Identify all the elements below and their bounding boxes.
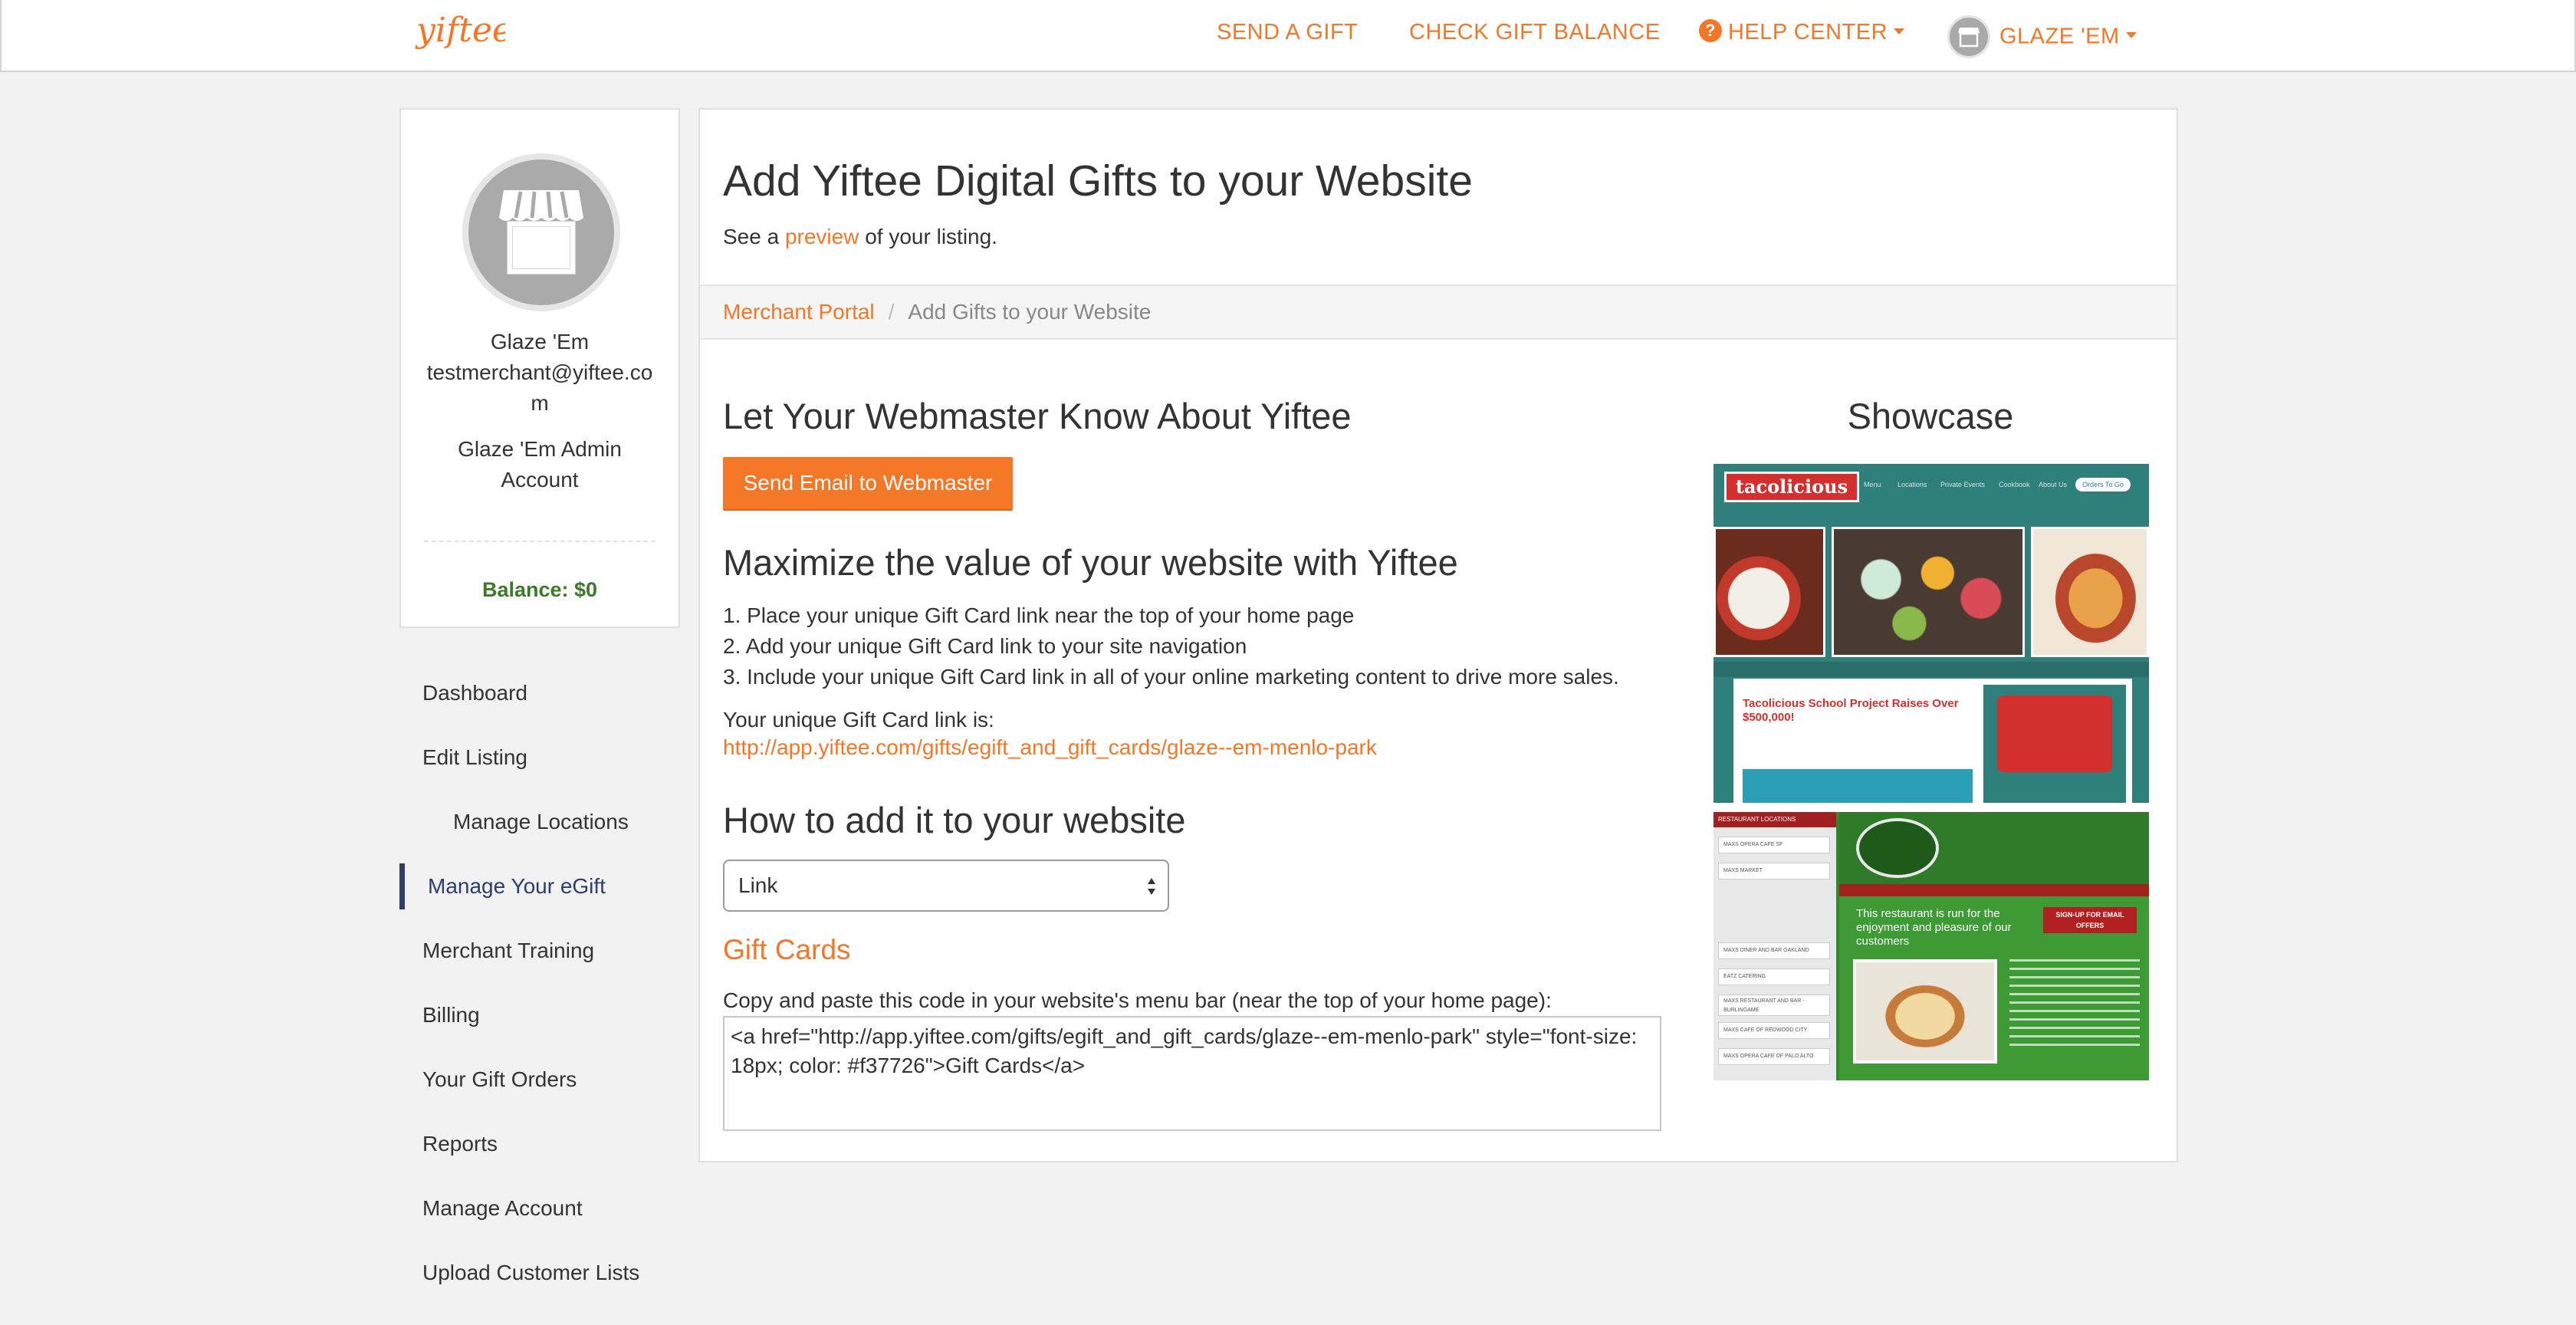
storefront-icon <box>499 190 583 275</box>
showcase-nav-item: Menu <box>1864 481 1881 488</box>
showcase-photo <box>1714 527 1825 657</box>
nav-send-a-gift[interactable]: SEND A GIFT <box>1217 20 1358 45</box>
format-select[interactable]: Link <box>723 860 1169 912</box>
gift-card-link[interactable]: http://app.yiftee.com/gifts/egift_and_gi… <box>723 735 1377 760</box>
showcase-location-row: MAXS RESTAURANT AND BAR - BURLINGAME <box>1718 995 1830 1016</box>
gift-cards-heading: Gift Cards <box>723 934 851 965</box>
showcase-blog-card <box>1983 685 2126 803</box>
howto-heading: How to add it to your website <box>723 800 1186 840</box>
chevron-down-icon <box>1894 28 1905 35</box>
showcase-location-row: MAXS OPERA CAFE SF <box>1718 837 1830 853</box>
merchant-avatar <box>462 153 620 311</box>
showcase-main: This restaurant is run for the enjoyment… <box>1839 812 2149 1080</box>
page-subtitle: See a preview of your listing. <box>723 225 997 249</box>
sidebar-item-billing[interactable]: Billing <box>399 992 680 1038</box>
sidebar-item-reports[interactable]: Reports <box>399 1121 680 1167</box>
embed-code-textarea[interactable]: <a href="http://app.yiftee.com/gifts/egi… <box>723 1016 1661 1131</box>
showcase-location-row: MAXS CAFE OF REDWOOD CITY <box>1718 1022 1830 1039</box>
steps-list: 1. Place your unique Gift Card link near… <box>723 600 1619 692</box>
divider <box>424 541 656 542</box>
showcase-photo <box>2031 527 2149 657</box>
showcase-menu-bar <box>1839 884 2149 896</box>
sidebar-item-edit-listing[interactable]: Edit Listing <box>399 735 680 781</box>
sidebar-item-merchant-training[interactable]: Merchant Training <box>399 928 680 974</box>
showcase-nav-item: Private Events <box>1940 481 1986 488</box>
format-select-value: Link <box>738 873 778 897</box>
sidebar-item-manage-account[interactable]: Manage Account <box>399 1185 680 1231</box>
balance-label: Balance: $0 <box>481 578 598 601</box>
showcase-blog: Tacolicious School Project Raises Over $… <box>1733 679 2132 803</box>
showcase-location-row: MAXS DINER AND BAR OAKLAND <box>1718 942 1830 959</box>
top-navbar: yiftee SEND A GIFT CHECK GIFT BALANCE ? H… <box>0 0 2576 72</box>
yiftee-logo[interactable]: yiftee <box>413 2 512 66</box>
showcase-signup: SIGN-UP FOR EMAIL OFFERS <box>2043 907 2137 933</box>
gift-link-label: Your unique Gift Card link is: <box>723 708 994 732</box>
nav-check-gift-balance[interactable]: CHECK GIFT BALANCE <box>1409 20 1661 45</box>
sidebar-item-gift-orders[interactable]: Your Gift Orders <box>399 1057 680 1103</box>
showcase-photo <box>1832 527 2025 657</box>
showcase-nav-item: About Us <box>2039 481 2068 488</box>
merchant-name: Glaze 'Em <box>490 330 590 353</box>
sidebar-item-dashboard[interactable]: Dashboard <box>399 670 680 716</box>
step-item: 2. Add your unique Gift Card link to you… <box>723 634 1247 658</box>
tacolicious-logo: tacolicious <box>1724 472 1859 502</box>
nav-help-center[interactable]: ? HELP CENTER <box>1699 19 1905 45</box>
showcase-location-row: MAXS OPERA CAFE OF PALO ALTO <box>1718 1048 1830 1065</box>
breadcrumb: Merchant Portal / Add Gifts to your Websit… <box>700 284 2177 340</box>
showcase-food-photo <box>1853 959 1997 1064</box>
subtitle-text: of your listing. <box>865 225 997 248</box>
showcase-location-row: MAXS MARKET <box>1718 863 1830 879</box>
help-center-label: HELP CENTER <box>1728 20 1888 44</box>
step-item: 3. Include your unique Gift Card link in… <box>723 665 1619 689</box>
profile-card: Glaze 'Em testmerchant@yiftee.com Glaze … <box>399 108 680 628</box>
send-email-webmaster-button[interactable]: Send Email to Webmaster <box>723 457 1013 509</box>
chevron-down-icon <box>2125 32 2137 38</box>
showcase-blog-banner <box>1743 769 1973 803</box>
showcase-band <box>1714 662 2149 677</box>
showcase-locations: RESTAURANT LOCATIONS MAXS OPERA CAFE SF … <box>1714 812 1836 1080</box>
subtitle-text: See a <box>723 225 780 248</box>
showcase-locations-header: RESTAURANT LOCATIONS <box>1714 812 1836 827</box>
svg-text:yiftee: yiftee <box>415 11 505 50</box>
showcase-nav-button: Orders To Go <box>2075 478 2131 492</box>
nav-user-menu[interactable]: GLAZE 'EM <box>1947 15 2137 58</box>
maximize-heading: Maximize the value of your website with … <box>723 542 1458 583</box>
showcase-nav: tacolicious Menu Locations Private Event… <box>1714 464 2149 524</box>
showcase-heading: Showcase <box>1847 396 2014 436</box>
step-item: 1. Place your unique Gift Card link near… <box>723 603 1355 627</box>
maxs-logo <box>1856 818 1939 878</box>
page-title: Add Yiftee Digital Gifts to your Website <box>723 156 1473 205</box>
breadcrumb-separator: / <box>888 300 895 324</box>
main-card: Add Yiftee Digital Gifts to your Website… <box>698 108 2178 1162</box>
showcase-blog-title: Tacolicious School Project Raises Over $… <box>1743 697 1959 724</box>
showcase-nav-item: Cookbook <box>1999 481 2030 488</box>
breadcrumb-current: Add Gifts to your Website <box>908 300 1152 324</box>
select-arrows-icon <box>1148 878 1155 895</box>
merchant-account: Glaze 'Em Admin Account <box>458 437 622 492</box>
showcase-tagline: This restaurant is run for the enjoyment… <box>1856 907 2012 948</box>
breadcrumb-merchant-portal[interactable]: Merchant Portal <box>723 300 875 324</box>
showcase-nav-item: Locations <box>1898 481 1927 488</box>
sidebar-item-manage-locations[interactable]: Manage Locations <box>399 799 680 845</box>
storefront-icon <box>1958 28 1980 48</box>
webmaster-heading: Let Your Webmaster Know About Yiftee <box>723 396 1352 436</box>
user-menu-label: GLAZE 'EM <box>1999 24 2120 49</box>
avatar <box>1947 15 1990 58</box>
merchant-email: testmerchant@yiftee.com <box>426 360 653 415</box>
showcase-text-block <box>2009 959 2140 1051</box>
sidebar-item-upload-customer-lists[interactable]: Upload Customer Lists <box>399 1250 680 1296</box>
help-icon: ? <box>1699 19 1722 43</box>
copy-code-label: Copy and paste this code in your website… <box>723 988 1552 1012</box>
showcase-location-row: EATZ CATERING <box>1718 968 1830 985</box>
sidebar-item-manage-your-egift[interactable]: Manage Your eGift <box>399 863 680 909</box>
preview-link[interactable]: preview <box>785 225 859 248</box>
showcase-image-maxs: RESTAURANT LOCATIONS MAXS OPERA CAFE SF … <box>1714 812 2149 1080</box>
showcase-image-tacolicious: tacolicious Menu Locations Private Event… <box>1714 464 2149 803</box>
